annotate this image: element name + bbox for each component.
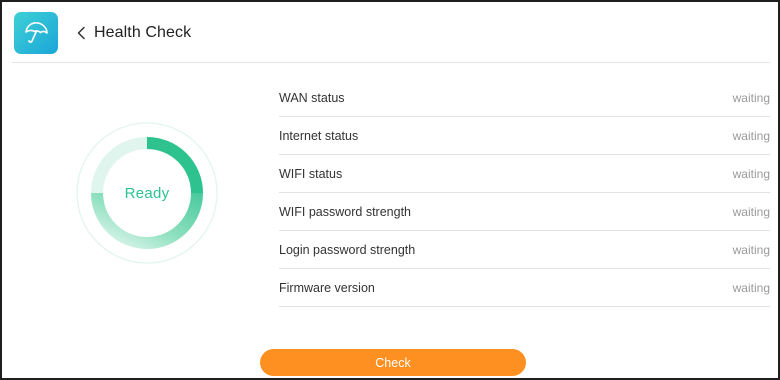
status-row-wifi-password: WIFI password strength waiting <box>279 193 770 231</box>
status-ring: Ready <box>74 120 220 266</box>
status-label: Firmware version <box>279 280 375 295</box>
ring-status-label: Ready <box>124 184 170 202</box>
status-row-wan: WAN status waiting <box>279 79 770 117</box>
status-value: waiting <box>732 280 770 295</box>
chevron-left-icon[interactable] <box>76 22 90 44</box>
status-label: Login password strength <box>279 242 416 257</box>
check-button[interactable]: Check <box>260 349 526 376</box>
status-value: waiting <box>732 166 770 181</box>
status-row-wifi: WIFI status waiting <box>279 155 770 193</box>
back-link[interactable]: Health Check <box>76 22 191 44</box>
status-row-firmware: Firmware version waiting <box>279 269 770 307</box>
status-label: WIFI status <box>279 166 343 181</box>
status-value: waiting <box>732 204 770 219</box>
status-value: waiting <box>732 128 770 143</box>
status-value: waiting <box>732 242 770 257</box>
page-title: Health Check <box>94 24 192 41</box>
status-row-login-password: Login password strength waiting <box>279 231 770 269</box>
status-label: WIFI password strength <box>279 204 411 219</box>
app-logo <box>14 12 58 54</box>
status-label: WAN status <box>279 90 345 105</box>
app-window: Health Check Ready WAN status waiting In… <box>0 0 780 380</box>
status-value: waiting <box>732 90 770 105</box>
header-divider <box>12 62 770 63</box>
status-row-internet: Internet status waiting <box>279 117 770 155</box>
umbrella-icon <box>22 19 50 47</box>
health-check-list: WAN status waiting Internet status waiti… <box>279 79 770 307</box>
status-label: Internet status <box>279 128 359 143</box>
